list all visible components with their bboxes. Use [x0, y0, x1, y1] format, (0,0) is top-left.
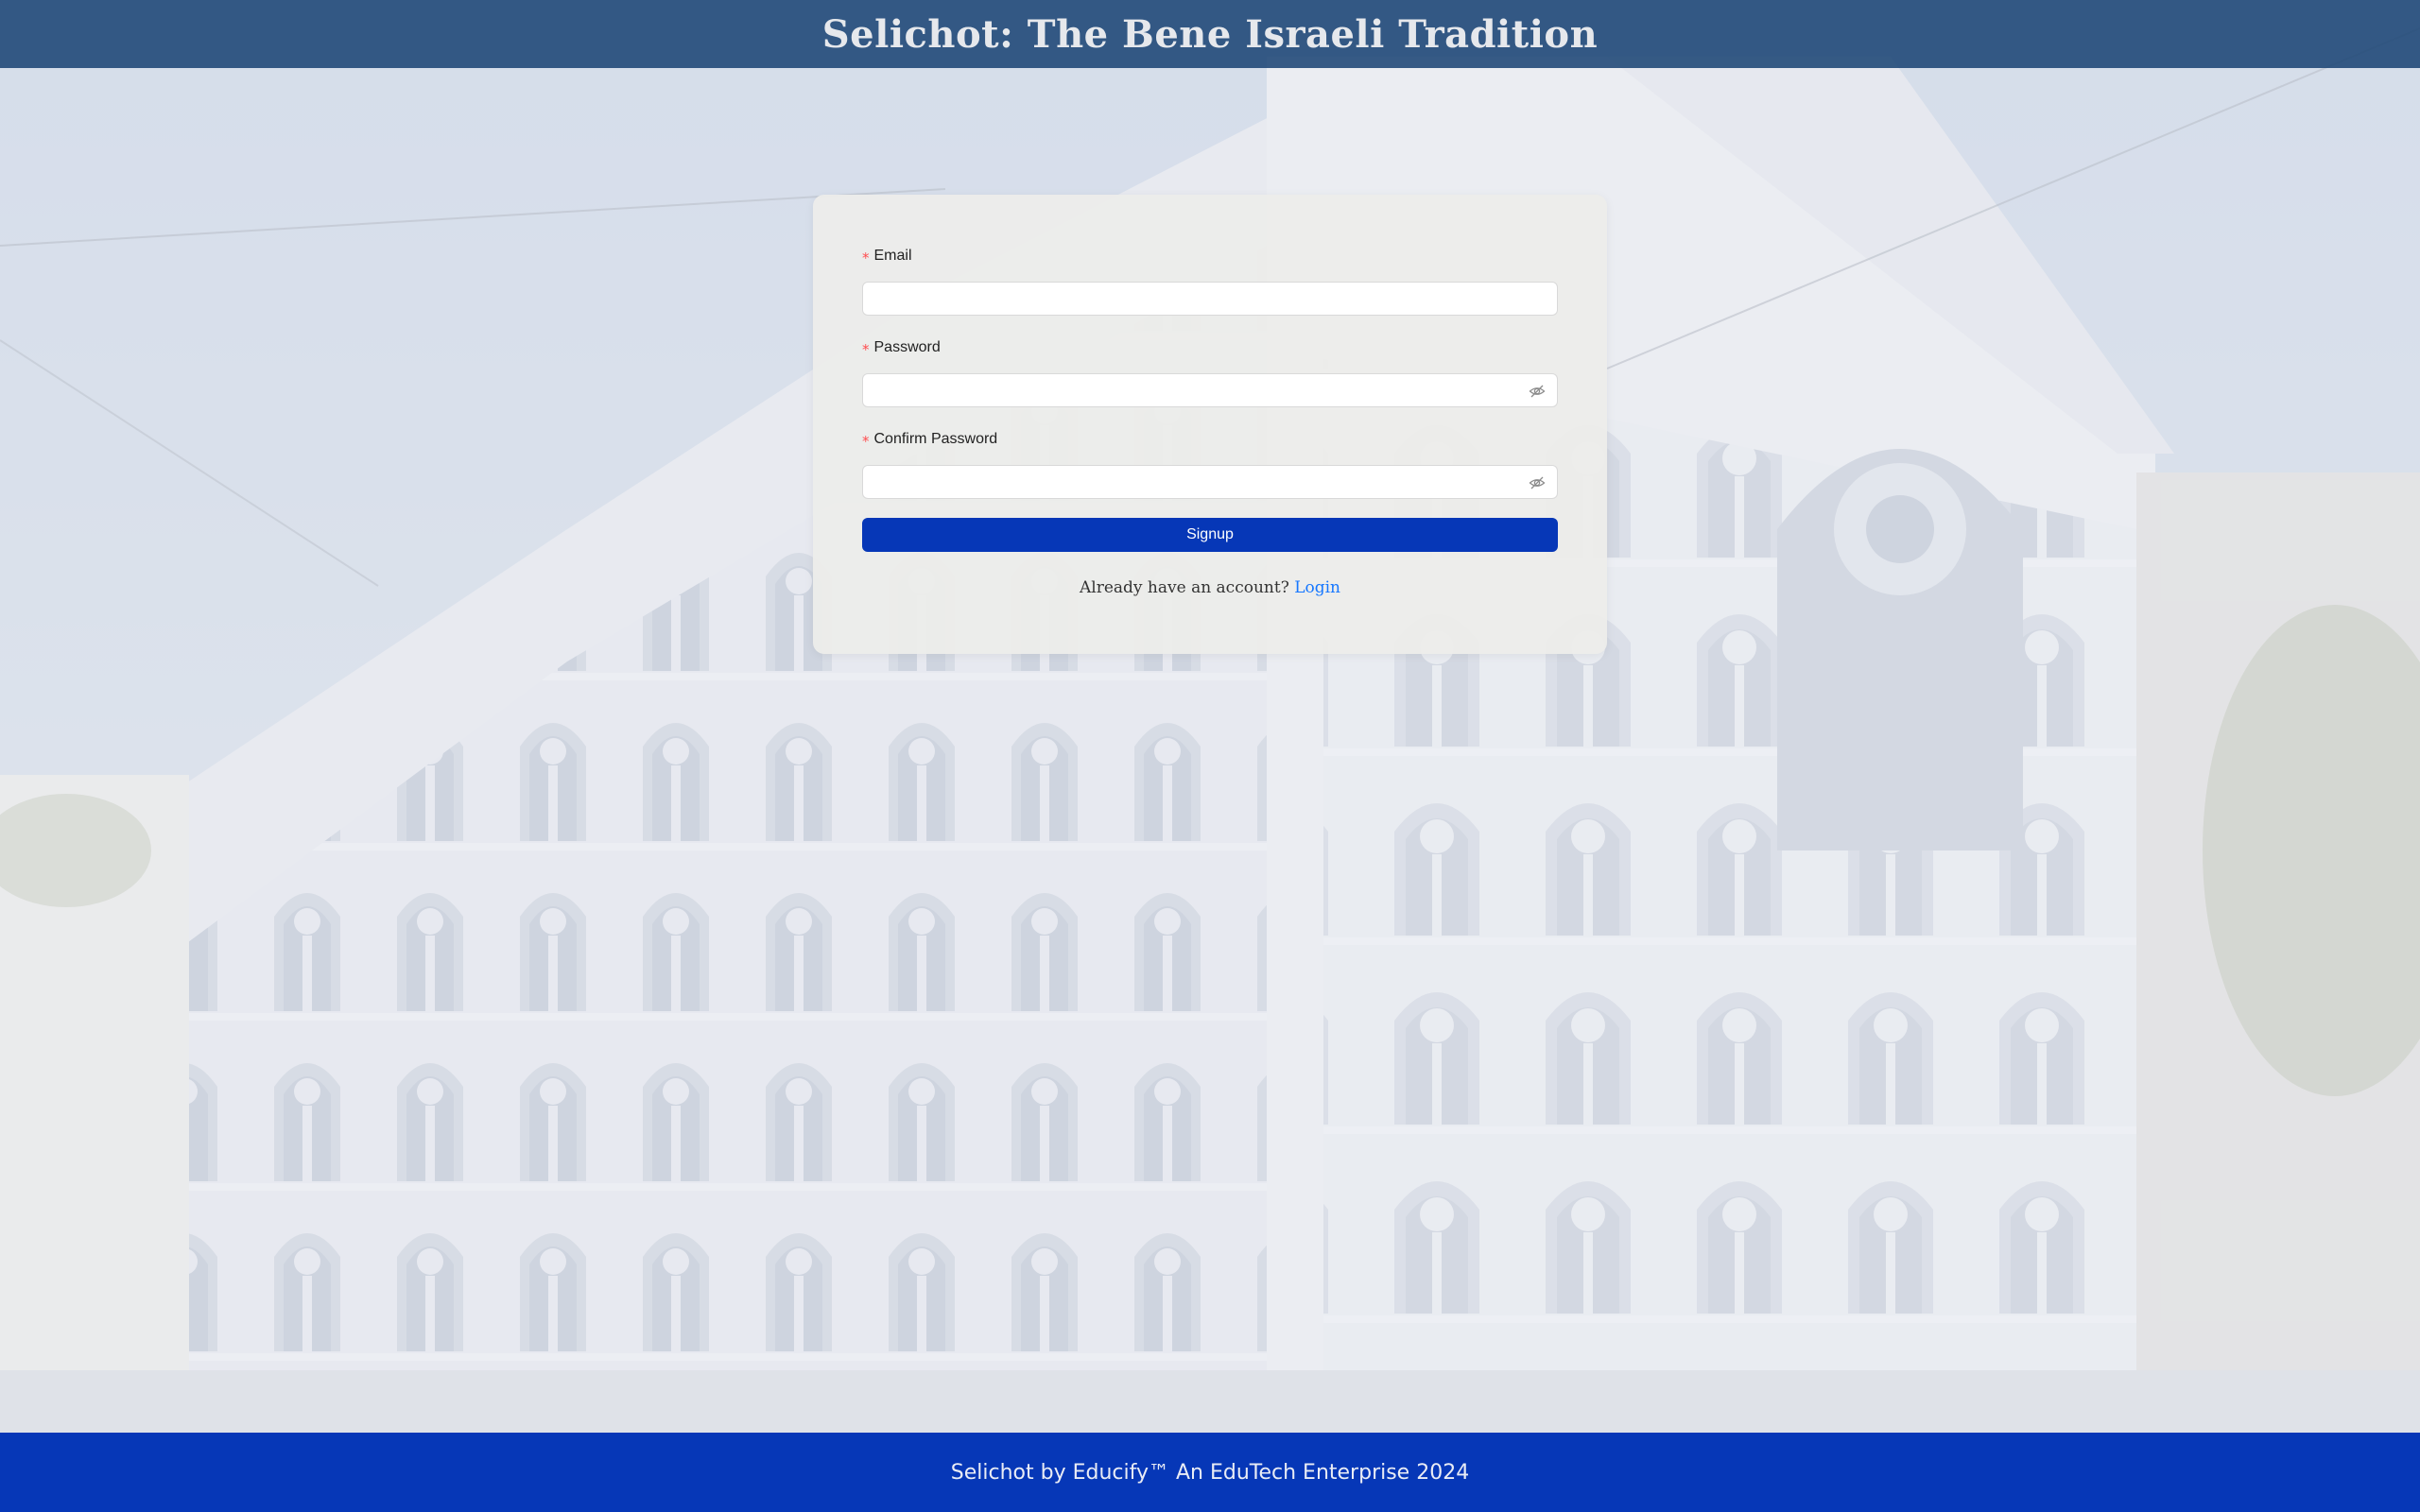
password-input[interactable]	[863, 374, 1557, 406]
top-header: Selichot: The Bene Israeli Tradition	[0, 0, 2420, 68]
eye-invisible-icon[interactable]	[1529, 383, 1546, 400]
email-label: Email	[873, 248, 912, 264]
footer: Selichot by Educify™ An EduTech Enterpri…	[0, 1433, 2420, 1512]
required-asterisk: *	[862, 249, 870, 266]
eye-invisible-icon[interactable]	[1529, 474, 1546, 491]
email-form-item: * Email	[862, 244, 1558, 316]
required-asterisk: *	[862, 341, 870, 358]
confirm-password-input-wrapper	[862, 465, 1558, 499]
confirm-password-form-item: * Confirm Password	[862, 427, 1558, 499]
login-prompt-row: Already have an account? Login	[813, 578, 1607, 597]
email-label-row: * Email	[862, 244, 1558, 268]
signup-card: * Email * Password * Confirm Password Si…	[813, 195, 1607, 654]
footer-text: Selichot by Educify™ An EduTech Enterpri…	[950, 1460, 1470, 1485]
confirm-password-label: Confirm Password	[873, 431, 998, 447]
password-label-row: * Password	[862, 335, 1558, 360]
password-input-wrapper	[862, 373, 1558, 407]
confirm-password-input[interactable]	[863, 466, 1557, 498]
page-title: Selichot: The Bene Israeli Tradition	[821, 11, 1599, 57]
confirm-password-label-row: * Confirm Password	[862, 427, 1558, 452]
password-form-item: * Password	[862, 335, 1558, 407]
signup-button[interactable]: Signup	[862, 518, 1558, 552]
email-input[interactable]	[863, 283, 1557, 315]
email-input-wrapper	[862, 282, 1558, 316]
login-link[interactable]: Login	[1294, 578, 1340, 597]
password-label: Password	[873, 339, 941, 355]
login-prompt-text: Already have an account?	[1079, 578, 1295, 597]
required-asterisk: *	[862, 433, 870, 450]
